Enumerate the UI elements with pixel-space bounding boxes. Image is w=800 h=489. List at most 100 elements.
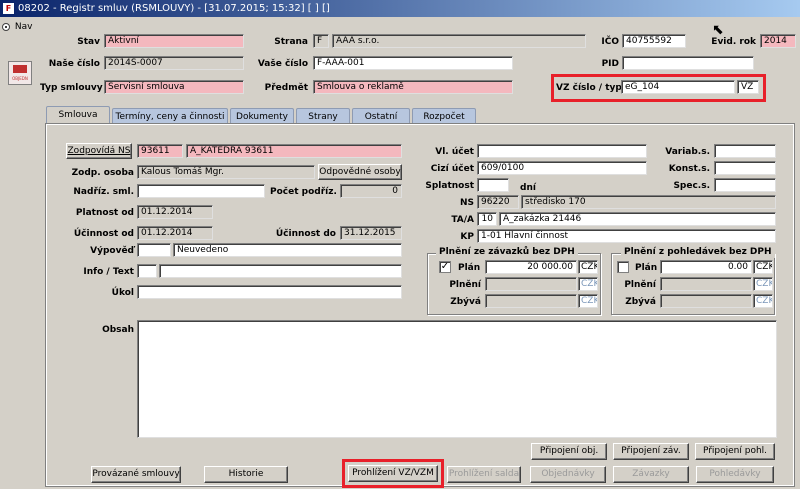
plneni-zavazky-plan-currency[interactable]: CZK [578,260,598,274]
dni-label: dní [520,183,536,193]
plneni-zavazky-title: Plnění ze závazků bez DPH [436,247,578,258]
platnost-od-field[interactable]: 01.12.2014 [137,205,213,219]
vypoved-field[interactable]: Neuvedeno [173,243,402,257]
zodp-osoba-field[interactable]: Kalous Tomáš Mgr. [137,165,315,179]
evid-rok-field[interactable]: 2014 [760,34,796,48]
plneni-zavazky-zbyva-currency[interactable]: CZK [578,294,598,308]
prohlizeni-salda-button[interactable]: Prohlížení salda [447,466,521,483]
vase-cislo-label: Vaše číslo [257,59,308,69]
vz-cislo-field[interactable]: eG_104 [621,80,735,94]
pohledavky-button[interactable]: Pohledávky [696,466,774,483]
mouse-cursor-icon: ⬉ [712,22,724,38]
kp-label: KP [460,232,474,242]
plneni-zavazky-zbyva-field[interactable] [485,294,577,308]
obsah-textarea[interactable] [137,320,777,438]
objednavka-image-icon[interactable]: OBJEDN [8,61,32,85]
plneni-zavazky-plan-label: Plán [458,263,481,273]
plneni-pohledavky-plneni-currency[interactable]: CZK [753,277,773,291]
zodp-osoba-label: Zodp. osoba [71,168,134,178]
prohlizeni-vz-vzm-button[interactable]: Prohlížení VZ/VZM [348,465,438,482]
ukol-field[interactable] [137,285,402,299]
strana-label: Strana [274,37,308,47]
zodpovida-ns-field[interactable]: A_KATEDRA 93611 [186,144,402,158]
plneni-pohledavky-zbyva-field[interactable] [660,294,752,308]
nadriz-sml-field[interactable] [137,184,265,198]
stav-label: Stav [77,37,100,47]
app-icon: F [2,2,15,15]
pid-label: PID [601,59,619,69]
ucinnost-od-field[interactable]: 01.12.2014 [137,226,213,240]
pocet-podriz-field[interactable]: 0 [340,184,402,198]
tab-smlouva[interactable]: Smlouva [46,106,110,125]
tab-dokumenty[interactable]: Dokumenty [230,108,294,125]
plneni-pohledavky-plneni-label: Plnění [624,280,656,290]
vl-ucet-field[interactable] [477,144,647,158]
plneni-pohledavky-plneni-field[interactable] [660,277,752,291]
tab-strany[interactable]: Strany [296,108,350,125]
ns-code-field[interactable]: 96220 [477,195,519,209]
pripojeni-pohl-button[interactable]: Připojení pohl. [695,443,775,460]
zodpovida-ns-button[interactable]: Zodpovídá NS [66,143,132,159]
pid-field[interactable] [622,56,754,70]
cizi-ucet-field[interactable]: 609/0100 [477,161,647,175]
objednavka-image-label: OBJEDN [12,76,28,81]
window-title-bar: F 08202 - Registr smluv (RSMLOUVY) - [31… [0,0,800,17]
variab-s-field[interactable] [714,144,776,158]
vypoved-code-field[interactable] [137,243,171,257]
ico-label: IČO [601,37,619,47]
platnost-od-label: Platnost od [75,208,134,218]
tab-ostatni[interactable]: Ostatní [352,108,410,125]
nav-radio[interactable]: Nav [2,22,36,34]
info-text-label: Info / Text [83,267,134,277]
splatnost-label: Splatnost [425,181,474,191]
vase-cislo-field[interactable]: F-AAA-001 [313,56,513,70]
predmet-field[interactable]: Smlouva o reklamě [313,80,513,94]
ns-field[interactable]: středisko 170 [521,195,776,209]
zavazky-button[interactable]: Závazky [613,466,689,483]
taa-code-field[interactable]: 10 [477,212,497,226]
nadriz-sml-label: Nadříz. sml. [73,187,134,197]
evid-rok-label: Evid. rok [711,37,756,47]
plneni-zavazky-plan-field[interactable]: 20 000.00 [485,260,577,274]
historie-button[interactable]: Historie [204,466,288,483]
pripojeni-obj-button[interactable]: Připojení obj. [531,443,607,460]
pocet-podriz-label: Počet podříz. [270,187,337,197]
ukol-label: Úkol [111,288,134,298]
ico-field[interactable]: 40755592 [622,34,686,48]
tab-rozpocet[interactable]: Rozpočet [412,108,476,125]
plneni-pohledavky-plan-field[interactable]: 0.00 [660,260,752,274]
typ-smlouvy-field[interactable]: Servisní smlouva [104,80,244,94]
spec-s-field[interactable] [714,178,776,192]
ns-label: NS [459,198,474,208]
nase-cislo-label: Naše číslo [48,59,100,69]
typ-smlouvy-label: Typ smlouvy [40,83,103,93]
window-title: 08202 - Registr smluv (RSMLOUVY) - [31.0… [18,3,330,14]
nase-cislo-field[interactable]: 2014S-0007 [104,56,244,70]
zodpovida-ns-code-field[interactable]: 93611 [137,144,183,158]
spec-s-label: Spec.s. [673,181,710,191]
stav-field[interactable]: Aktivní [104,34,244,48]
kp-field[interactable]: 1-01 Hlavní činnost [477,229,776,243]
taa-field[interactable]: A_zakázka 21446 [499,212,776,226]
info-text-field[interactable] [159,264,402,278]
ucinnost-do-field[interactable]: 31.12.2015 [340,226,402,240]
odpovedne-osoby-button[interactable]: Odpovědné osoby [318,164,402,180]
plneni-pohledavky-plan-currency[interactable]: CZK [753,260,773,274]
objednavky-button[interactable]: Objednávky [530,466,606,483]
pripojeni-zav-button[interactable]: Připojení záv. [613,443,689,460]
strana-field[interactable]: AAA s.r.o. [332,34,586,48]
provazane-smlouvy-button[interactable]: Provázané smlouvy [91,466,181,483]
vz-typ-field[interactable]: VZ [737,80,759,94]
plneni-pohledavky-zbyva-currency[interactable]: CZK [753,294,773,308]
splatnost-field[interactable] [477,178,509,192]
plneni-pohledavky-plan-checkbox[interactable] [617,261,629,273]
tab-terminy[interactable]: Termíny, ceny a činnosti [112,108,228,125]
vz-cislo-typ-label: VZ číslo / typ [556,83,622,93]
info-code-field[interactable] [137,264,157,278]
plneni-zavazky-zbyva-label: Zbývá [450,297,481,307]
konst-s-field[interactable] [714,161,776,175]
plneni-zavazky-plneni-currency[interactable]: CZK [578,277,598,291]
plneni-zavazky-plan-checkbox[interactable]: ✓ [439,261,451,273]
plneni-zavazky-plneni-field[interactable] [485,277,577,291]
strana-code-field[interactable]: F [313,34,329,48]
